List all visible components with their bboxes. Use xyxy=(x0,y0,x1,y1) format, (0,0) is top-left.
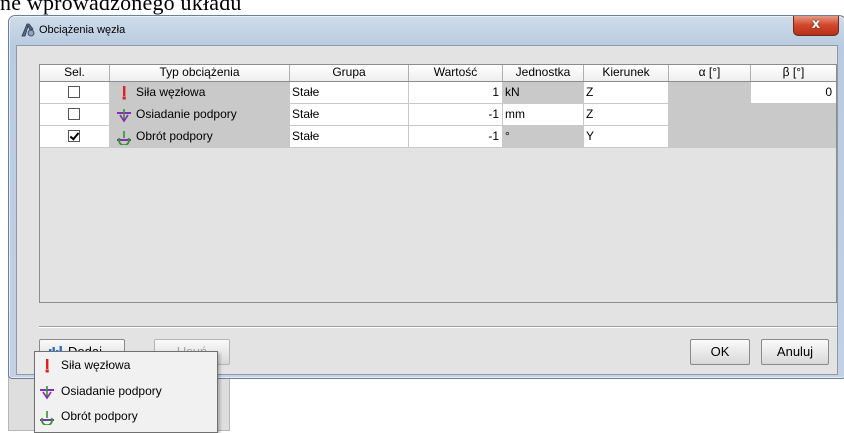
header-sel[interactable]: Sel. xyxy=(40,65,110,81)
select-checkbox-checked[interactable] xyxy=(68,130,80,142)
table-row[interactable]: Osiadanie podpory Stałe -1 mm Z xyxy=(40,104,836,126)
header-beta[interactable]: β [°] xyxy=(751,65,836,81)
select-checkbox[interactable] xyxy=(68,108,80,120)
load-type-text: Siła węzłowa xyxy=(136,85,206,99)
direction-cell[interactable]: Y xyxy=(584,126,669,148)
node-loads-icon xyxy=(21,23,35,37)
menu-item-label: Siła węzłowa xyxy=(61,358,131,372)
loads-table: Sel. Typ obciążenia Grupa Wartość Jednos… xyxy=(39,64,837,303)
alpha-cell xyxy=(669,126,751,148)
value-cell[interactable]: 1 xyxy=(409,82,503,104)
dialog-client-area: Sel. Typ obciążenia Grupa Wartość Jednos… xyxy=(16,45,838,375)
table-header: Sel. Typ obciążenia Grupa Wartość Jednos… xyxy=(40,65,836,82)
support-settlement-icon xyxy=(117,109,131,123)
type-cell: Osiadanie podpory xyxy=(110,104,290,126)
sel-cell xyxy=(40,126,110,148)
load-type-text: Osiadanie podpory xyxy=(136,107,237,121)
unit-cell: ° xyxy=(503,126,584,148)
table-row[interactable]: Obrót podpory Stałe -1 ° Y xyxy=(40,126,836,148)
beta-cell xyxy=(751,126,836,148)
alpha-cell xyxy=(669,104,751,126)
title-bar[interactable]: Obciążenia węzła x xyxy=(9,16,844,44)
beta-cell xyxy=(751,104,836,126)
header-type[interactable]: Typ obciążenia xyxy=(110,65,290,81)
value-cell[interactable]: -1 xyxy=(409,126,503,148)
force-icon xyxy=(45,359,49,373)
beta-cell[interactable]: 0 xyxy=(751,82,836,104)
background-document-text: ne wprowadzonego układu xyxy=(0,0,242,15)
select-checkbox[interactable] xyxy=(68,86,80,98)
close-button[interactable]: x xyxy=(793,16,839,36)
menu-item-label: Osiadanie podpory xyxy=(61,384,162,398)
dialog-title: Obciążenia węzła xyxy=(39,24,126,36)
support-rotation-icon xyxy=(117,131,131,145)
ok-button[interactable]: OK xyxy=(690,339,750,365)
add-load-menu: Siła węzłowa Osiadanie podpory Obrót pod… xyxy=(34,351,218,433)
header-direction[interactable]: Kierunek xyxy=(584,65,669,81)
menu-item-settlement[interactable]: Osiadanie podpory xyxy=(35,381,217,403)
force-icon xyxy=(122,86,126,100)
type-cell: Siła węzłowa xyxy=(110,82,290,104)
dialog-window: Obciążenia węzła x Sel. Typ obciążenia G… xyxy=(8,15,844,379)
support-settlement-icon xyxy=(40,386,54,400)
unit-cell: kN xyxy=(503,82,584,104)
header-value[interactable]: Wartość xyxy=(409,65,503,81)
header-group[interactable]: Grupa xyxy=(290,65,409,81)
alpha-cell xyxy=(669,82,751,104)
menu-item-force[interactable]: Siła węzłowa xyxy=(35,355,217,377)
sel-cell xyxy=(40,82,110,104)
support-rotation-icon xyxy=(40,411,54,425)
load-type-text: Obrót podpory xyxy=(136,129,213,143)
sel-cell xyxy=(40,104,110,126)
value-cell[interactable]: -1 xyxy=(409,104,503,126)
button-separator xyxy=(39,326,837,328)
table-row[interactable]: Siła węzłowa Stałe 1 kN Z 0 xyxy=(40,82,836,104)
menu-item-label: Obrót podpory xyxy=(61,409,138,423)
header-alpha[interactable]: α [°] xyxy=(669,65,751,81)
type-cell: Obrót podpory xyxy=(110,126,290,148)
direction-cell[interactable]: Z xyxy=(584,82,669,104)
header-unit[interactable]: Jednostka xyxy=(503,65,584,81)
group-cell[interactable]: Stałe xyxy=(290,82,409,104)
group-cell[interactable]: Stałe xyxy=(290,104,409,126)
group-cell[interactable]: Stałe xyxy=(290,126,409,148)
cancel-button[interactable]: Anuluj xyxy=(761,339,829,365)
direction-cell[interactable]: Z xyxy=(584,104,669,126)
menu-item-rotation[interactable]: Obrót podpory xyxy=(35,406,217,428)
unit-cell[interactable]: mm xyxy=(503,104,584,126)
